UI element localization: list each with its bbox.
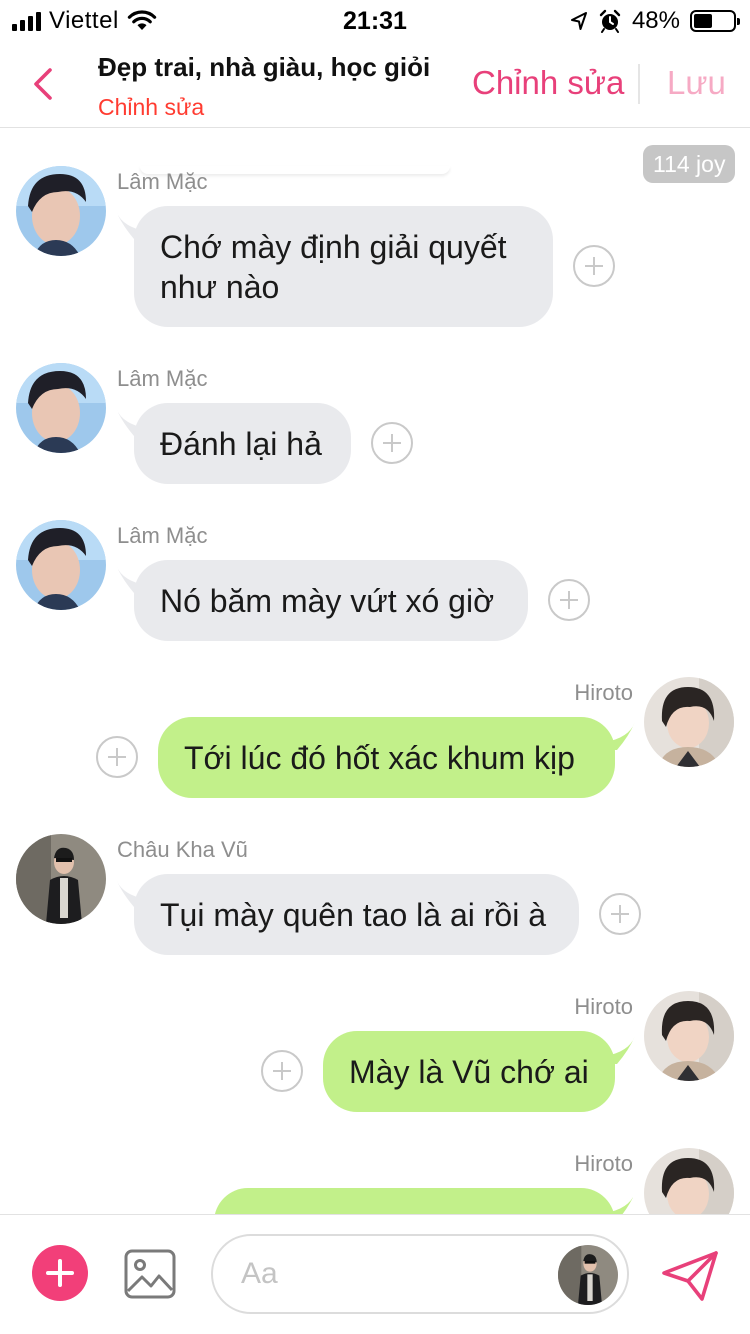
message-bubble[interactable]: [214, 1188, 615, 1214]
avatar[interactable]: [644, 677, 734, 767]
avatar[interactable]: [16, 834, 106, 924]
avatar[interactable]: [644, 1148, 734, 1214]
send-icon[interactable]: [660, 1249, 720, 1303]
add-reaction-icon[interactable]: [548, 579, 590, 621]
message-text-line: Đánh lại hả: [160, 426, 322, 462]
add-reaction-icon[interactable]: [261, 1050, 303, 1092]
edit-button[interactable]: Chỉnh sửa: [472, 64, 624, 102]
message-bubble[interactable]: Chớ mày định giải quyết như nào: [134, 206, 553, 327]
add-reaction-icon[interactable]: [96, 736, 138, 778]
location-arrow-icon: [570, 12, 587, 30]
add-reaction-icon[interactable]: [371, 422, 413, 464]
message-bubble[interactable]: Nó băm mày vứt xó giờ: [134, 560, 528, 641]
message-bubble[interactable]: Đánh lại hả: [134, 403, 351, 484]
save-button[interactable]: Lưu: [667, 64, 726, 102]
add-reaction-icon[interactable]: [573, 245, 615, 287]
composer-bar: [0, 1214, 750, 1334]
add-button[interactable]: [32, 1245, 88, 1301]
message-text-line: Chớ mày định giải quyết: [160, 229, 507, 265]
message-input[interactable]: [241, 1252, 541, 1296]
sender-name: Hiroto: [574, 680, 633, 705]
avatar[interactable]: [644, 991, 734, 1081]
message-text-line: Tụi mày quên tao là ai rồi à: [160, 897, 546, 933]
message-row: Châu Kha Vũ Tụi mày quên tao là ai rồi à: [0, 833, 750, 963]
avatar[interactable]: [16, 166, 106, 256]
sender-name: Hiroto: [574, 994, 633, 1019]
chat-header: Đẹp trai, nhà giàu, học giỏi Chỉnh sửa C…: [0, 42, 750, 128]
chat-screen: Viettel 21:31 48% Đẹp trai, nhà giàu, họ…: [0, 0, 750, 1334]
persona-avatar[interactable]: [558, 1245, 618, 1305]
image-icon[interactable]: [124, 1249, 176, 1299]
message-text-line: Tới lúc đó hốt xác khum kịp: [184, 740, 575, 776]
message-row: Lâm Mặc Nó băm mày vứt xó giờ: [0, 519, 750, 649]
battery-icon: [690, 10, 740, 32]
message-row: Hiroto Tới lúc đó hốt xác khum kịp: [0, 676, 750, 806]
status-bar: Viettel 21:31 48%: [0, 0, 750, 42]
message-row: Lâm Mặc Đánh lại hả: [0, 362, 750, 492]
sender-name: Lâm Mặc: [117, 523, 208, 548]
message-list[interactable]: 114 joy Lâm Mặc Chớ mày định giải quyết …: [0, 129, 750, 1214]
header-divider: [638, 64, 640, 104]
battery-percent: 48%: [631, 7, 680, 34]
avatar[interactable]: [16, 363, 106, 453]
chat-subtitle-edit-link[interactable]: Chỉnh sửa: [98, 94, 204, 121]
message-text-line: như nào: [160, 269, 280, 305]
message-bubble[interactable]: Mày là Vũ chớ ai: [323, 1031, 615, 1112]
back-chevron-icon[interactable]: [26, 64, 60, 104]
message-row: Lâm Mặc Chớ mày định giải quyết như nào: [0, 165, 750, 335]
message-text-line: Nó băm mày vứt xó giờ: [160, 583, 495, 619]
status-right: 48%: [570, 7, 740, 35]
message-input-box[interactable]: [211, 1234, 629, 1314]
sender-name: Hiroto: [574, 1151, 633, 1176]
alarm-icon: [599, 9, 621, 33]
chat-title[interactable]: Đẹp trai, nhà giàu, học giỏi: [98, 52, 430, 83]
message-row: Hiroto: [0, 1147, 750, 1214]
message-row: Hiroto Mày là Vũ chớ ai: [0, 990, 750, 1120]
avatar[interactable]: [16, 520, 106, 610]
add-reaction-icon[interactable]: [599, 893, 641, 935]
sender-name: Lâm Mặc: [117, 169, 208, 194]
message-bubble[interactable]: Tới lúc đó hốt xác khum kịp: [158, 717, 615, 798]
message-text-line: Mày là Vũ chớ ai: [349, 1054, 589, 1090]
sender-name: Châu Kha Vũ: [117, 837, 248, 862]
sender-name: Lâm Mặc: [117, 366, 208, 391]
message-bubble[interactable]: Tụi mày quên tao là ai rồi à: [134, 874, 579, 955]
